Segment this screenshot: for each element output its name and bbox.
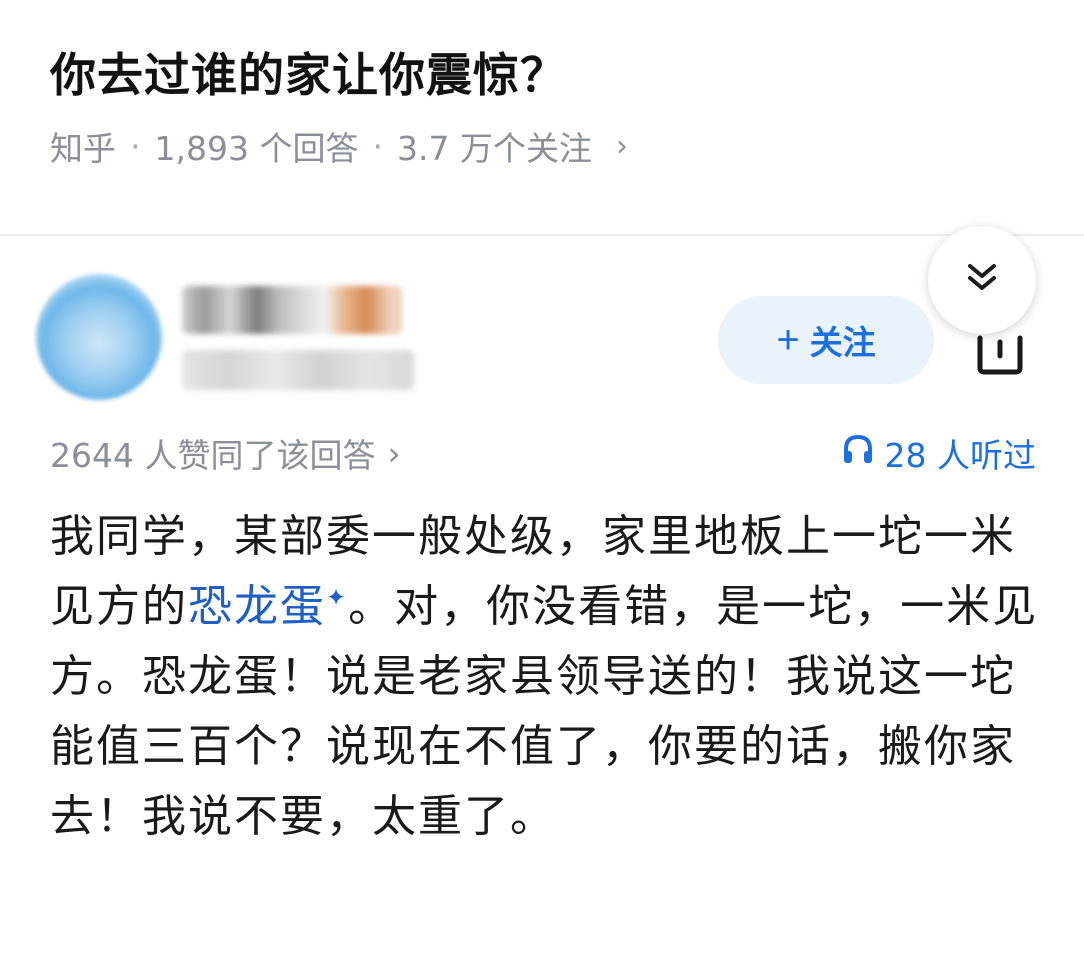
meta-separator: · (372, 126, 383, 166)
follower-count: 3.7 万个关注 (396, 129, 592, 168)
question-title[interactable]: 你去过谁的家让你震惊？ (50, 40, 1050, 110)
question-header: 你去过谁的家让你震惊？ 知乎 · 1,893 个回答 · 3.7 万个关注 › (50, 40, 1050, 170)
double-chevron-down-icon (960, 256, 1004, 304)
stats-row: 2644 人赞同了该回答 › 28 人听过 (50, 428, 1036, 478)
author-row: + 关注 (0, 250, 1084, 420)
author-name-blurred[interactable] (182, 286, 402, 334)
chevron-right-icon: › (615, 128, 628, 164)
keyword-link[interactable]: 恐龙蛋 (188, 581, 326, 632)
avatar[interactable] (36, 274, 162, 400)
divider (0, 234, 1084, 236)
follow-button[interactable]: + 关注 (718, 296, 934, 384)
votes-count: 2644 人赞同了该回答 (50, 436, 376, 475)
votes-link[interactable]: 2644 人赞同了该回答 › (50, 429, 401, 477)
author-headline-blurred (182, 350, 414, 390)
listeners-count: 28 人听过 (884, 436, 1036, 475)
follow-label: 关注 (809, 324, 876, 361)
chevron-right-icon: › (387, 433, 401, 473)
listeners-link[interactable]: 28 人听过 (841, 429, 1036, 477)
question-meta[interactable]: 知乎 · 1,893 个回答 · 3.7 万个关注 › (50, 122, 1050, 170)
plus-icon: + (776, 318, 800, 362)
headphones-icon (841, 432, 875, 474)
source-label: 知乎 (50, 129, 116, 168)
answer-body[interactable]: 我同学，某部委一般处级，家里地板上一坨一米见方的恐龙蛋✦。对，你没看错，是一坨，… (50, 502, 1040, 852)
sparkle-icon: ✦ (326, 583, 349, 612)
collapse-button[interactable] (928, 226, 1036, 334)
meta-separator: · (130, 126, 141, 166)
answer-count: 1,893 个回答 (154, 129, 359, 168)
